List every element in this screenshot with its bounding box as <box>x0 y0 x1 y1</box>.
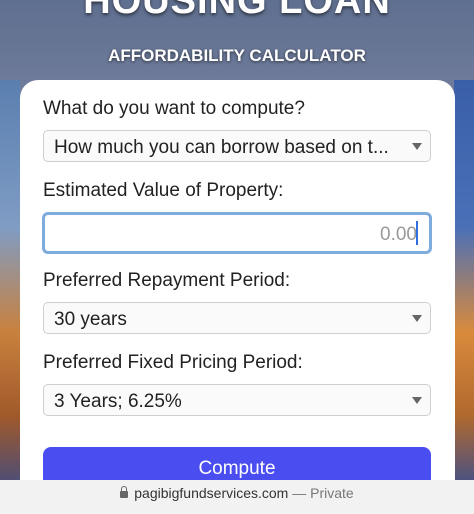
lock-icon <box>120 486 129 498</box>
pricing-label: Preferred Fixed Pricing Period: <box>43 352 303 373</box>
chevron-down-icon <box>412 315 422 322</box>
property-value-input[interactable]: 0.00 <box>42 212 432 254</box>
compute-select-value: How much you can borrow based on t... <box>54 137 389 158</box>
pricing-select-value: 3 Years; 6.25% <box>54 391 182 412</box>
property-label: Estimated Value of Property: <box>43 180 284 201</box>
browser-url-bar[interactable]: pagibigfundservices.com — Private <box>0 480 474 514</box>
compute-select[interactable]: How much you can borrow based on t... <box>43 130 431 162</box>
repayment-select-value: 30 years <box>54 309 127 330</box>
url-separator: — <box>292 485 307 501</box>
background-image-left <box>0 80 20 500</box>
page-subtitle: AFFORDABILITY CALCULATOR <box>108 46 366 65</box>
property-value-placeholder: 0.00 <box>380 224 417 245</box>
compute-label: What do you want to compute? <box>43 98 305 119</box>
page-title: HOUSING LOAN <box>83 0 391 22</box>
pricing-select[interactable]: 3 Years; 6.25% <box>43 384 431 416</box>
url-text: pagibigfundservices.com <box>134 485 289 501</box>
calculator-card: What do you want to compute? How much yo… <box>20 80 455 514</box>
background-image-right <box>454 80 474 500</box>
chevron-down-icon <box>412 143 422 150</box>
text-cursor <box>416 221 418 245</box>
repayment-select[interactable]: 30 years <box>43 302 431 334</box>
chevron-down-icon <box>412 397 422 404</box>
repayment-label: Preferred Repayment Period: <box>43 270 291 291</box>
private-mode-label: Private <box>310 485 354 501</box>
